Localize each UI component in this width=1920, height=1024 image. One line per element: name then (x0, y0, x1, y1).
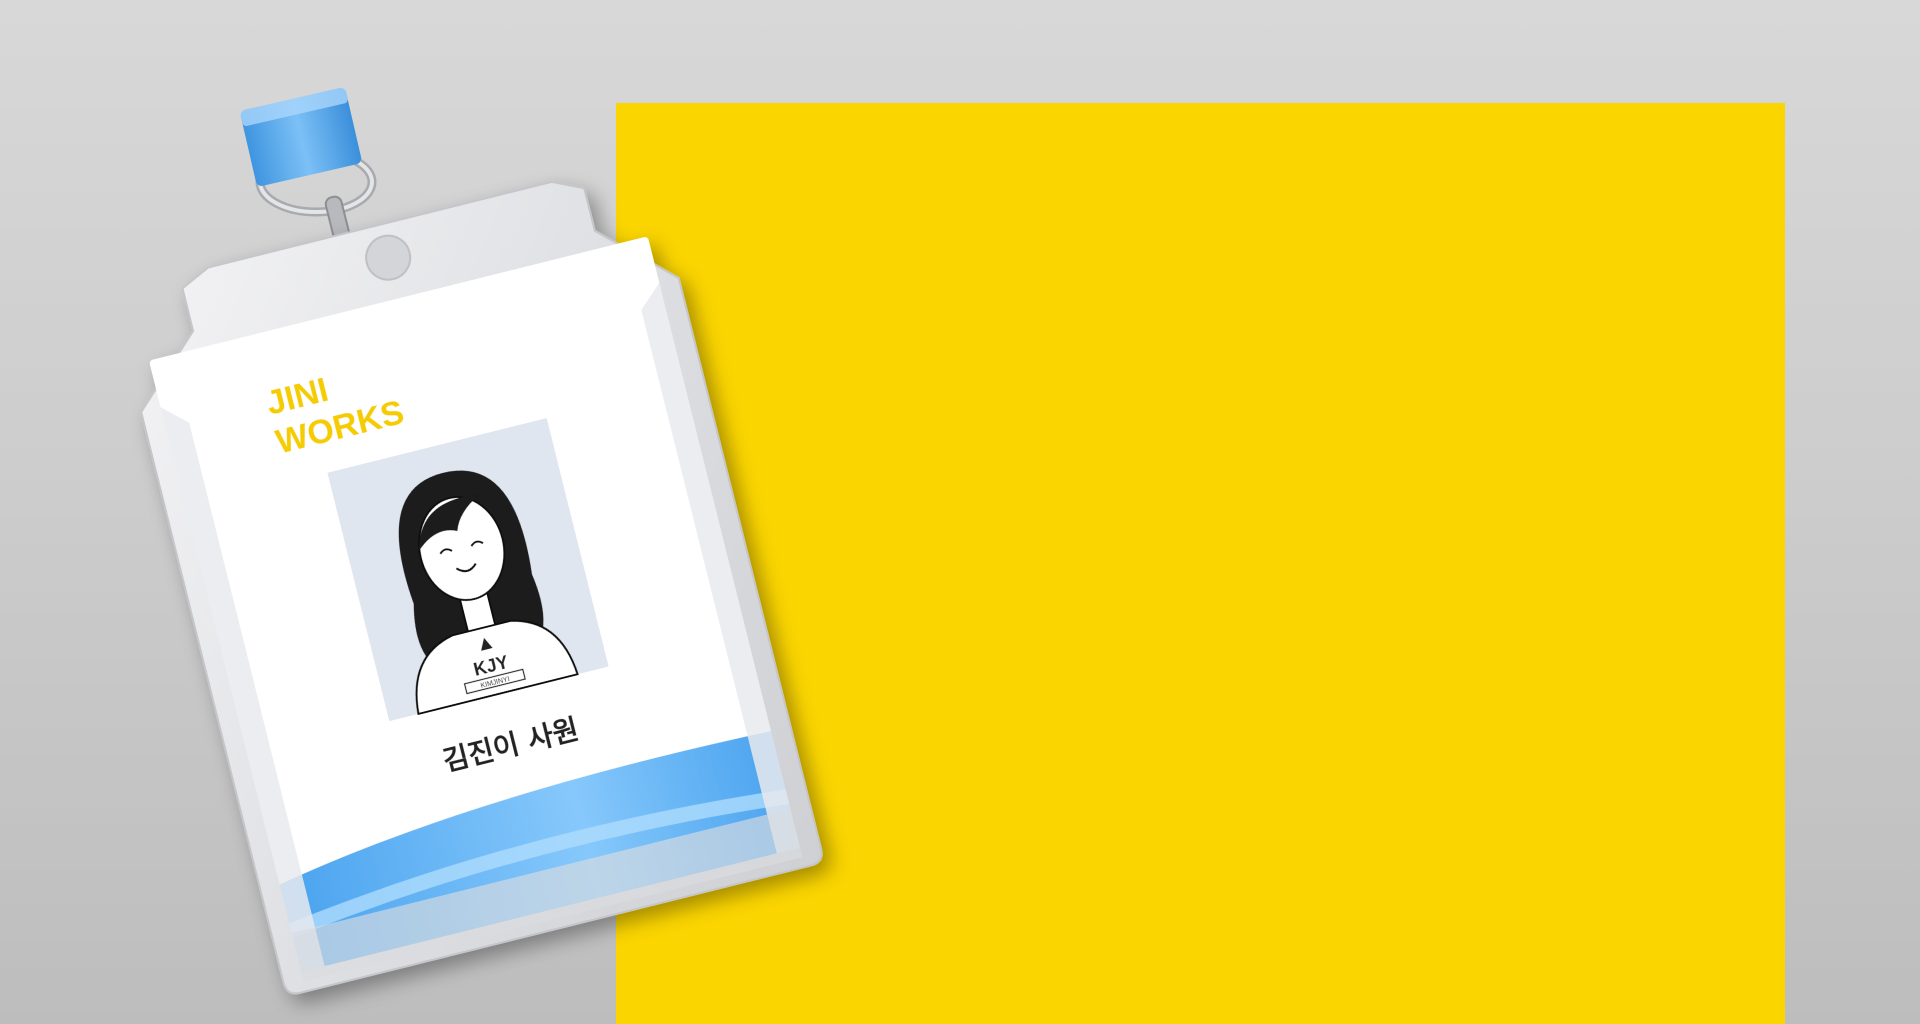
id-badge-illustration: JINI WORKS KJY KIMJINYI 김진이 사원 (140, 87, 823, 995)
id-badge: JINI WORKS KJY KIMJINYI 김진이 사원 (0, 0, 1920, 1024)
